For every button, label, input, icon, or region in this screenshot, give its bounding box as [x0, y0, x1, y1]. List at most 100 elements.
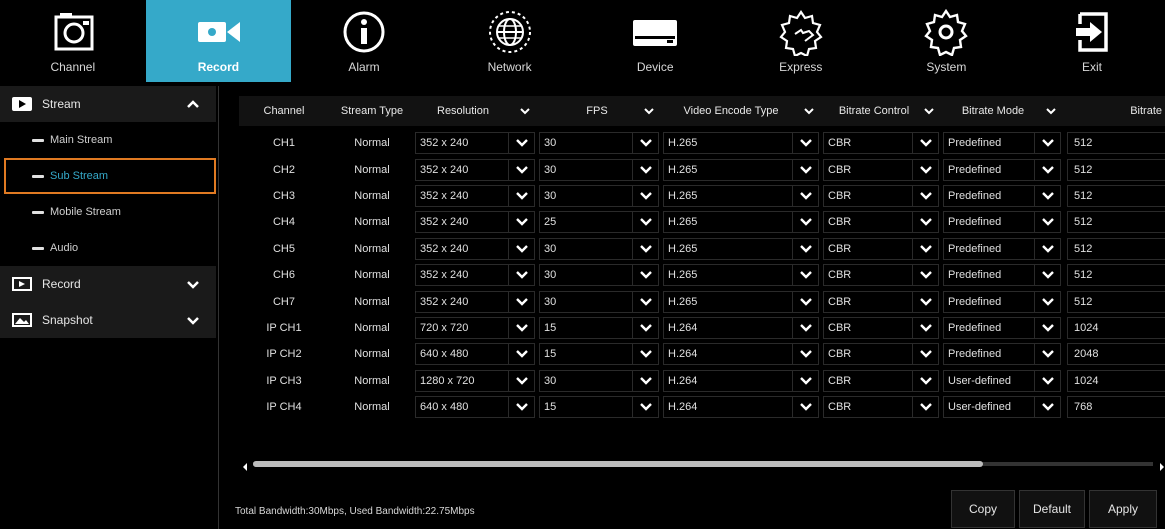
resolution-select[interactable]: 720 x 720: [415, 316, 535, 339]
scroll-thumb[interactable]: [253, 461, 983, 467]
resolution-select[interactable]: 352 x 240: [415, 158, 535, 181]
bitrate-control-select[interactable]: CBR: [823, 264, 939, 287]
bitrate-mode-select[interactable]: Predefined: [943, 211, 1061, 234]
bitrate-control-select[interactable]: CBR: [823, 290, 939, 313]
select-value: 1280 x 720: [420, 374, 475, 387]
select-value: H.265: [668, 137, 698, 150]
bitrate-input[interactable]: 1024: [1067, 316, 1165, 339]
video-encode-select[interactable]: H.265: [663, 237, 819, 260]
bitrate-control-select[interactable]: CBR: [823, 369, 939, 392]
header-bitrate-control[interactable]: Bitrate Control: [823, 96, 943, 126]
sidebar-item-label: Main Stream: [50, 134, 113, 146]
fps-select[interactable]: 30: [539, 158, 659, 181]
fps-select[interactable]: 15: [539, 316, 659, 339]
header-video-encode-type[interactable]: Video Encode Type: [663, 96, 823, 126]
bitrate-control-select[interactable]: CBR: [823, 396, 939, 419]
nav-record[interactable]: Record: [145, 0, 292, 82]
bitrate-mode-select[interactable]: Predefined: [943, 343, 1061, 366]
header-fps[interactable]: FPS: [539, 96, 663, 126]
bitrate-input[interactable]: 512: [1067, 264, 1165, 287]
horizontal-scrollbar[interactable]: [239, 459, 1165, 471]
bitrate-control-select[interactable]: CBR: [823, 132, 939, 155]
fps-select[interactable]: 30: [539, 184, 659, 207]
sidebar-item-mobile-stream[interactable]: Mobile Stream: [0, 194, 216, 230]
resolution-select[interactable]: 352 x 240: [415, 184, 535, 207]
bitrate-input[interactable]: 512: [1067, 290, 1165, 313]
resolution-cell: 640 x 480: [415, 343, 539, 366]
resolution-select[interactable]: 640 x 480: [415, 343, 535, 366]
bitrate-control-select[interactable]: CBR: [823, 237, 939, 260]
nav-channel[interactable]: Channel: [0, 0, 146, 82]
video-encode-select[interactable]: H.264: [663, 369, 819, 392]
video-encode-select[interactable]: H.265: [663, 264, 819, 287]
bitrate-input[interactable]: 512: [1067, 184, 1165, 207]
bitrate-mode-select[interactable]: Predefined: [943, 158, 1061, 181]
nav-exit[interactable]: Exit: [1019, 0, 1165, 82]
sidebar-group-stream[interactable]: Stream: [0, 86, 216, 122]
bitrate-control-select[interactable]: CBR: [823, 211, 939, 234]
video-encode-select[interactable]: H.264: [663, 343, 819, 366]
resolution-select[interactable]: 352 x 240: [415, 211, 535, 234]
nav-network[interactable]: Network: [437, 0, 583, 82]
video-encode-select[interactable]: H.265: [663, 132, 819, 155]
resolution-select[interactable]: 1280 x 720: [415, 369, 535, 392]
bitrate-mode-select[interactable]: Predefined: [943, 184, 1061, 207]
video-encode-select[interactable]: H.265: [663, 211, 819, 234]
bitrate-input[interactable]: 2048: [1067, 343, 1165, 366]
fps-select[interactable]: 30: [539, 290, 659, 313]
sidebar-group-record[interactable]: Record: [0, 266, 216, 302]
fps-select[interactable]: 30: [539, 264, 659, 287]
bitrate-control-select[interactable]: CBR: [823, 343, 939, 366]
bitrate-input[interactable]: 1024: [1067, 369, 1165, 392]
fps-cell: 30: [539, 184, 663, 207]
resolution-select[interactable]: 352 x 240: [415, 132, 535, 155]
bitrate-mode-select[interactable]: Predefined: [943, 132, 1061, 155]
sidebar-item-main-stream[interactable]: Main Stream: [0, 122, 216, 158]
fps-select[interactable]: 30: [539, 132, 659, 155]
scroll-right-icon[interactable]: [1158, 459, 1165, 471]
scroll-left-icon[interactable]: [241, 459, 249, 471]
resolution-select[interactable]: 352 x 240: [415, 264, 535, 287]
nav-express[interactable]: Express: [728, 0, 874, 82]
header-resolution[interactable]: Resolution: [415, 96, 539, 126]
bitrate-input[interactable]: 512: [1067, 158, 1165, 181]
bitrate-mode-select[interactable]: Predefined: [943, 237, 1061, 260]
default-button[interactable]: Default: [1019, 490, 1085, 528]
video-encode-select[interactable]: H.265: [663, 290, 819, 313]
bitrate-control-select[interactable]: CBR: [823, 158, 939, 181]
bitrate-control-select[interactable]: CBR: [823, 184, 939, 207]
bitrate-mode-select[interactable]: Predefined: [943, 264, 1061, 287]
resolution-select[interactable]: 352 x 240: [415, 237, 535, 260]
select-value: H.264: [668, 348, 698, 361]
fps-select[interactable]: 25: [539, 211, 659, 234]
fps-select[interactable]: 30: [539, 237, 659, 260]
header-bitrate-mode[interactable]: Bitrate Mode: [943, 96, 1065, 126]
video-encode-select[interactable]: H.265: [663, 184, 819, 207]
nav-alarm[interactable]: Alarm: [291, 0, 437, 82]
bitrate-input[interactable]: 768: [1067, 396, 1165, 419]
apply-button[interactable]: Apply: [1089, 490, 1157, 528]
fps-select[interactable]: 30: [539, 369, 659, 392]
resolution-select[interactable]: 352 x 240: [415, 290, 535, 313]
resolution-select[interactable]: 640 x 480: [415, 396, 535, 419]
fps-select[interactable]: 15: [539, 396, 659, 419]
copy-button[interactable]: Copy: [951, 490, 1015, 528]
nav-system[interactable]: System: [874, 0, 1020, 82]
sidebar-item-sub-stream[interactable]: Sub Stream: [4, 158, 216, 194]
video-encode-select[interactable]: H.264: [663, 316, 819, 339]
bitrate-input[interactable]: 512: [1067, 132, 1165, 155]
bitrate-mode-select[interactable]: User-defined: [943, 396, 1061, 419]
sidebar-group-snapshot[interactable]: Snapshot: [0, 302, 216, 338]
resolution-cell: 352 x 240: [415, 184, 539, 207]
bitrate-input[interactable]: 512: [1067, 237, 1165, 260]
sidebar-item-audio[interactable]: Audio: [0, 230, 216, 266]
bitrate-input[interactable]: 512: [1067, 211, 1165, 234]
bitrate-mode-select[interactable]: Predefined: [943, 290, 1061, 313]
bitrate-mode-select[interactable]: User-defined: [943, 369, 1061, 392]
nav-device[interactable]: Device: [582, 0, 728, 82]
bitrate-control-select[interactable]: CBR: [823, 316, 939, 339]
bitrate-mode-select[interactable]: Predefined: [943, 316, 1061, 339]
video-encode-select[interactable]: H.264: [663, 396, 819, 419]
fps-select[interactable]: 15: [539, 343, 659, 366]
video-encode-select[interactable]: H.265: [663, 158, 819, 181]
